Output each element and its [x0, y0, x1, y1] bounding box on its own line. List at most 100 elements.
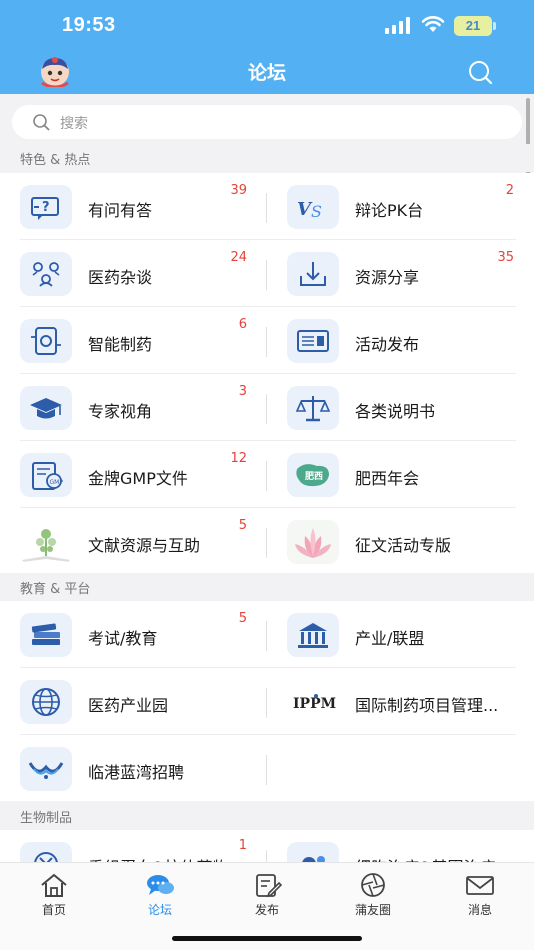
post-count-badge: 2	[505, 183, 514, 198]
cell-therapy-icon	[287, 842, 339, 862]
bio-grid: 重组蛋白&抗体药物 1 细胞治疗&基因治疗	[0, 830, 534, 862]
forum-item-label: 细胞治疗&基因治疗	[355, 854, 495, 862]
forum-item-gmp[interactable]: GMP 金牌GMP文件 12	[0, 441, 267, 507]
wifi-icon	[421, 16, 445, 32]
forum-item-feixi[interactable]: 肥西 肥西年会	[267, 441, 534, 507]
tab-label: 论坛	[147, 903, 172, 917]
search-field-icon	[33, 114, 50, 131]
lotus-icon	[287, 520, 339, 564]
aperture-icon	[361, 873, 385, 897]
status-bar: 19:53 21	[0, 0, 534, 50]
ippm-logo-icon: IPPM	[287, 680, 339, 724]
versus-icon: VS	[287, 185, 339, 229]
graduation-cap-icon	[20, 386, 72, 430]
forum-item-label: 产业/联盟	[355, 629, 425, 648]
forum-item-qa[interactable]: ? 有问有答 39	[0, 173, 267, 239]
forum-item-label: 辩论PK台	[355, 201, 424, 220]
section-header-bio: 生物制品	[0, 802, 534, 830]
forum-item-label: 重组蛋白&抗体药物	[88, 854, 228, 862]
protein-icon	[20, 842, 72, 862]
forum-item-label: 金牌GMP文件	[88, 469, 188, 488]
people-chat-icon	[20, 252, 72, 296]
tab-label: 消息	[467, 903, 492, 917]
forum-item-alliance[interactable]: 产业/联盟	[267, 601, 534, 667]
forum-item-debate[interactable]: VS 辩论PK台 2	[267, 173, 534, 239]
post-count-badge: 35	[497, 250, 514, 265]
section-title: 生物制品	[20, 811, 73, 826]
bluebay-logo-icon	[20, 747, 72, 791]
education-grid: 考试/教育 5 产业/联盟 医药产业园 IPPM 国际制药项目管理... 临港蓝…	[0, 601, 534, 801]
forum-item-label: 各类说明书	[355, 402, 436, 421]
section-title: 特色 & 热点	[20, 153, 91, 168]
post-count-badge: 5	[238, 611, 247, 626]
forum-item-cell-therapy[interactable]: 细胞治疗&基因治疗	[267, 830, 534, 862]
forum-item-pharma-talk[interactable]: 医药杂谈 24	[0, 240, 267, 306]
alliance-icon	[287, 613, 339, 657]
tab-label: 首页	[41, 903, 66, 917]
tab-label: 蒲友圈	[354, 903, 391, 917]
post-count-badge: 5	[238, 518, 247, 533]
forum-item-label: 肥西年会	[355, 469, 420, 488]
forum-item-label: 医药产业园	[88, 696, 169, 715]
search-icon[interactable]	[466, 59, 494, 87]
post-count-badge: 12	[230, 451, 247, 466]
post-count-badge: 6	[238, 317, 247, 332]
question-card-icon: ?	[20, 185, 72, 229]
edit-document-icon	[256, 874, 283, 898]
forum-item-protein[interactable]: 重组蛋白&抗体药物 1	[0, 830, 267, 862]
forum-item-exam[interactable]: 考试/教育 5	[0, 601, 267, 667]
status-time: 19:53	[62, 14, 116, 36]
forum-item-essay-contest[interactable]: 征文活动专版	[267, 508, 534, 574]
bulletin-icon	[287, 319, 339, 363]
forum-item-industry-park[interactable]: 医药产业园	[0, 668, 267, 734]
featured-grid: ? 有问有答 39 VS 辩论PK台 2 医药杂谈 24 资源分享 35 智能制…	[0, 173, 534, 573]
top-bar: 19:53 21 论坛	[0, 0, 534, 94]
forum-item-label: 文献资源与互助	[88, 536, 201, 555]
chat-bubbles-icon	[147, 875, 174, 895]
svg-text:IPPM: IPPM	[293, 696, 336, 712]
forum-item-label: 临港蓝湾招聘	[88, 763, 185, 782]
tab-home[interactable]: 首页	[14, 871, 94, 918]
forum-item-label: 医药杂谈	[88, 268, 153, 287]
home-indicator	[172, 936, 362, 941]
forum-item-resource-share[interactable]: 资源分享 35	[267, 240, 534, 306]
svg-text:GMP: GMP	[50, 479, 64, 486]
tab-publish[interactable]: 发布	[227, 871, 307, 918]
post-count-badge: 39	[230, 183, 247, 198]
search-input[interactable]: 搜索	[12, 105, 522, 139]
forum-item-label: 智能制药	[88, 335, 153, 354]
envelope-icon	[466, 876, 494, 895]
download-tray-icon	[287, 252, 339, 296]
forum-item-bluebay-jobs[interactable]: 临港蓝湾招聘	[0, 735, 267, 801]
forum-item-label: 国际制药项目管理...	[355, 696, 499, 715]
forum-item-label: 征文活动专版	[355, 536, 452, 555]
forum-item-expert[interactable]: 专家视角 3	[0, 374, 267, 440]
forum-item-literature[interactable]: 文献资源与互助 5	[0, 508, 267, 574]
battery-icon: 21	[454, 16, 496, 36]
forum-item-label: 资源分享	[355, 268, 420, 287]
section-title: 教育 & 平台	[20, 582, 91, 597]
forum-item-events[interactable]: 活动发布	[267, 307, 534, 373]
post-count-badge: 1	[238, 838, 247, 853]
svg-text:肥西: 肥西	[305, 471, 323, 482]
smart-device-icon	[20, 319, 72, 363]
search-placeholder: 搜索	[60, 116, 88, 132]
svg-text:?: ?	[42, 200, 50, 215]
forum-item-label: 专家视角	[88, 402, 153, 421]
cellular-signal-icon	[385, 16, 411, 34]
forum-item-ippm[interactable]: IPPM 国际制药项目管理...	[267, 668, 534, 734]
home-icon	[41, 873, 67, 897]
tab-label: 发布	[254, 903, 279, 917]
divider	[266, 755, 267, 785]
tab-messages[interactable]: 消息	[440, 871, 520, 918]
gmp-document-icon: GMP	[20, 453, 72, 497]
page-title: 论坛	[247, 62, 286, 84]
section-header-featured: 特色 & 热点	[0, 144, 534, 172]
book-plant-icon	[20, 520, 72, 564]
feixi-map-icon: 肥西	[287, 453, 339, 497]
forum-item-manuals[interactable]: 各类说明书	[267, 374, 534, 440]
tab-friends[interactable]: 蒲友圈	[333, 871, 413, 918]
forum-item-smart-pharma[interactable]: 智能制药 6	[0, 307, 267, 373]
globe-icon	[20, 680, 72, 724]
tab-forum[interactable]: 论坛	[120, 871, 200, 918]
